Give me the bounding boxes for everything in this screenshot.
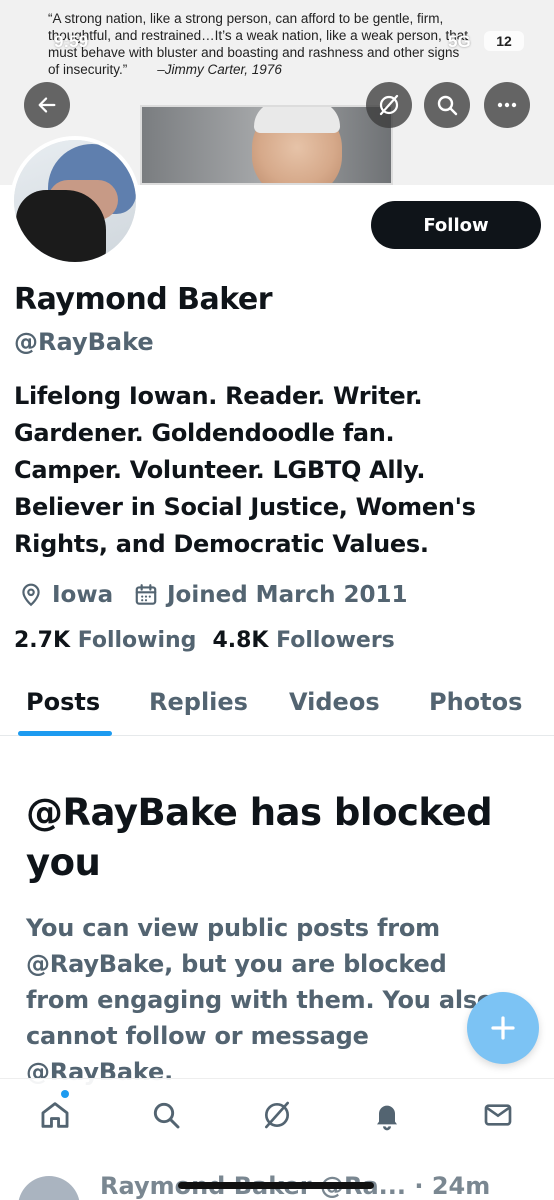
bio-line: Believer in Social Justice, Women's [14, 493, 476, 521]
profile-location: Iowa [18, 578, 113, 612]
portrait-hair [254, 107, 340, 133]
mail-icon [484, 1104, 512, 1126]
search-button[interactable] [424, 82, 470, 128]
post-preview[interactable]: Raymond Baker @Ra... · 24m [0, 1150, 554, 1200]
calendar-icon [135, 584, 157, 605]
battery-indicator: 12 [484, 31, 524, 51]
blocked-message: You can view public posts from @RayBake,… [26, 910, 536, 1090]
search-icon [153, 1102, 180, 1129]
avatar-mask [16, 190, 106, 262]
blocked-title-line: you [26, 841, 101, 884]
following-count: 2.7K [14, 628, 71, 653]
location-pin-icon [22, 583, 40, 607]
profile-handle: @RayBake [14, 328, 154, 356]
followers-count: 4.8K [212, 628, 269, 653]
bottom-nav [0, 1078, 554, 1150]
search-icon [437, 95, 458, 116]
quote-line: must behave with bluster and boasting an… [48, 45, 460, 60]
bio-line: Rights, and Democratic Values. [14, 530, 429, 558]
profile-tabs: Posts Replies Videos Photos [0, 680, 554, 736]
bio-line: Lifelong Iowan. Reader. Writer. [14, 382, 423, 410]
tab-videos[interactable]: Videos [289, 688, 380, 716]
profile-joined: Joined March 2011 [133, 578, 407, 612]
compose-button[interactable] [467, 992, 539, 1064]
nav-grok[interactable] [257, 1095, 297, 1135]
blocked-message-line: You can view public posts from [26, 914, 440, 942]
avatar[interactable] [10, 136, 140, 266]
arrow-left-icon [38, 97, 56, 113]
slash-circle-icon [379, 94, 399, 116]
post-avatar [18, 1176, 80, 1200]
blocked-message-line: @RayBake, but you are blocked [26, 950, 447, 978]
profile-bio: Lifelong Iowan. Reader. Writer. Gardener… [14, 378, 544, 563]
bell-icon [377, 1105, 397, 1131]
nav-search[interactable] [146, 1095, 186, 1135]
status-network: 5G [448, 32, 471, 51]
tab-photos[interactable]: Photos [429, 688, 522, 716]
active-tab-indicator [18, 731, 112, 736]
joined-label: Joined March 2011 [167, 582, 408, 608]
tab-replies[interactable]: Replies [149, 688, 248, 716]
quote-line-end: of insecurity.” [48, 62, 128, 77]
profile-name: Raymond Baker [14, 282, 273, 317]
blocked-message-line: from engaging with them. You also [26, 986, 494, 1014]
grok-button[interactable] [366, 82, 412, 128]
blocked-message-line: cannot follow or message [26, 1022, 369, 1050]
slash-circle-icon [265, 1101, 289, 1129]
follow-counts: 2.7K Following 4.8K Followers [14, 628, 395, 653]
nav-messages[interactable] [478, 1095, 518, 1135]
bio-line: Camper. Volunteer. LGBTQ Ally. [14, 456, 426, 484]
plus-icon [491, 1016, 515, 1040]
home-notification-dot [61, 1090, 69, 1098]
banner-photo [140, 105, 393, 185]
bio-line: Gardener. Goldendoodle fan. [14, 419, 395, 447]
home-indicator [178, 1182, 374, 1189]
quote-attribution: –Jimmy Carter, 1976 [157, 62, 282, 77]
more-icon [497, 102, 517, 108]
following-label: Following [77, 628, 197, 653]
tab-posts[interactable]: Posts [26, 688, 100, 716]
blocked-title: @RayBake has blocked you [26, 788, 536, 888]
nav-home[interactable] [35, 1095, 75, 1135]
back-button[interactable] [24, 82, 70, 128]
followers-label: Followers [276, 628, 395, 653]
home-icon [41, 1102, 69, 1128]
location-label: Iowa [52, 582, 114, 608]
blocked-title-line: @RayBake has blocked [26, 791, 493, 834]
followers-link[interactable]: 4.8K Followers [212, 628, 394, 653]
quote-line: of insecurity.” –Jimmy Carter, 1976 [48, 61, 488, 78]
status-time: 9:59 [54, 32, 89, 51]
follow-button[interactable]: Follow [371, 201, 541, 249]
more-button[interactable] [484, 82, 530, 128]
following-link[interactable]: 2.7K Following [14, 628, 196, 653]
quote-line: “A strong nation, like a strong person, … [48, 11, 444, 26]
nav-notifications[interactable] [367, 1095, 407, 1135]
quote-line: thoughtful, and restrained…It’s a weak n… [48, 28, 469, 43]
banner-quote: “A strong nation, like a strong person, … [48, 10, 488, 78]
